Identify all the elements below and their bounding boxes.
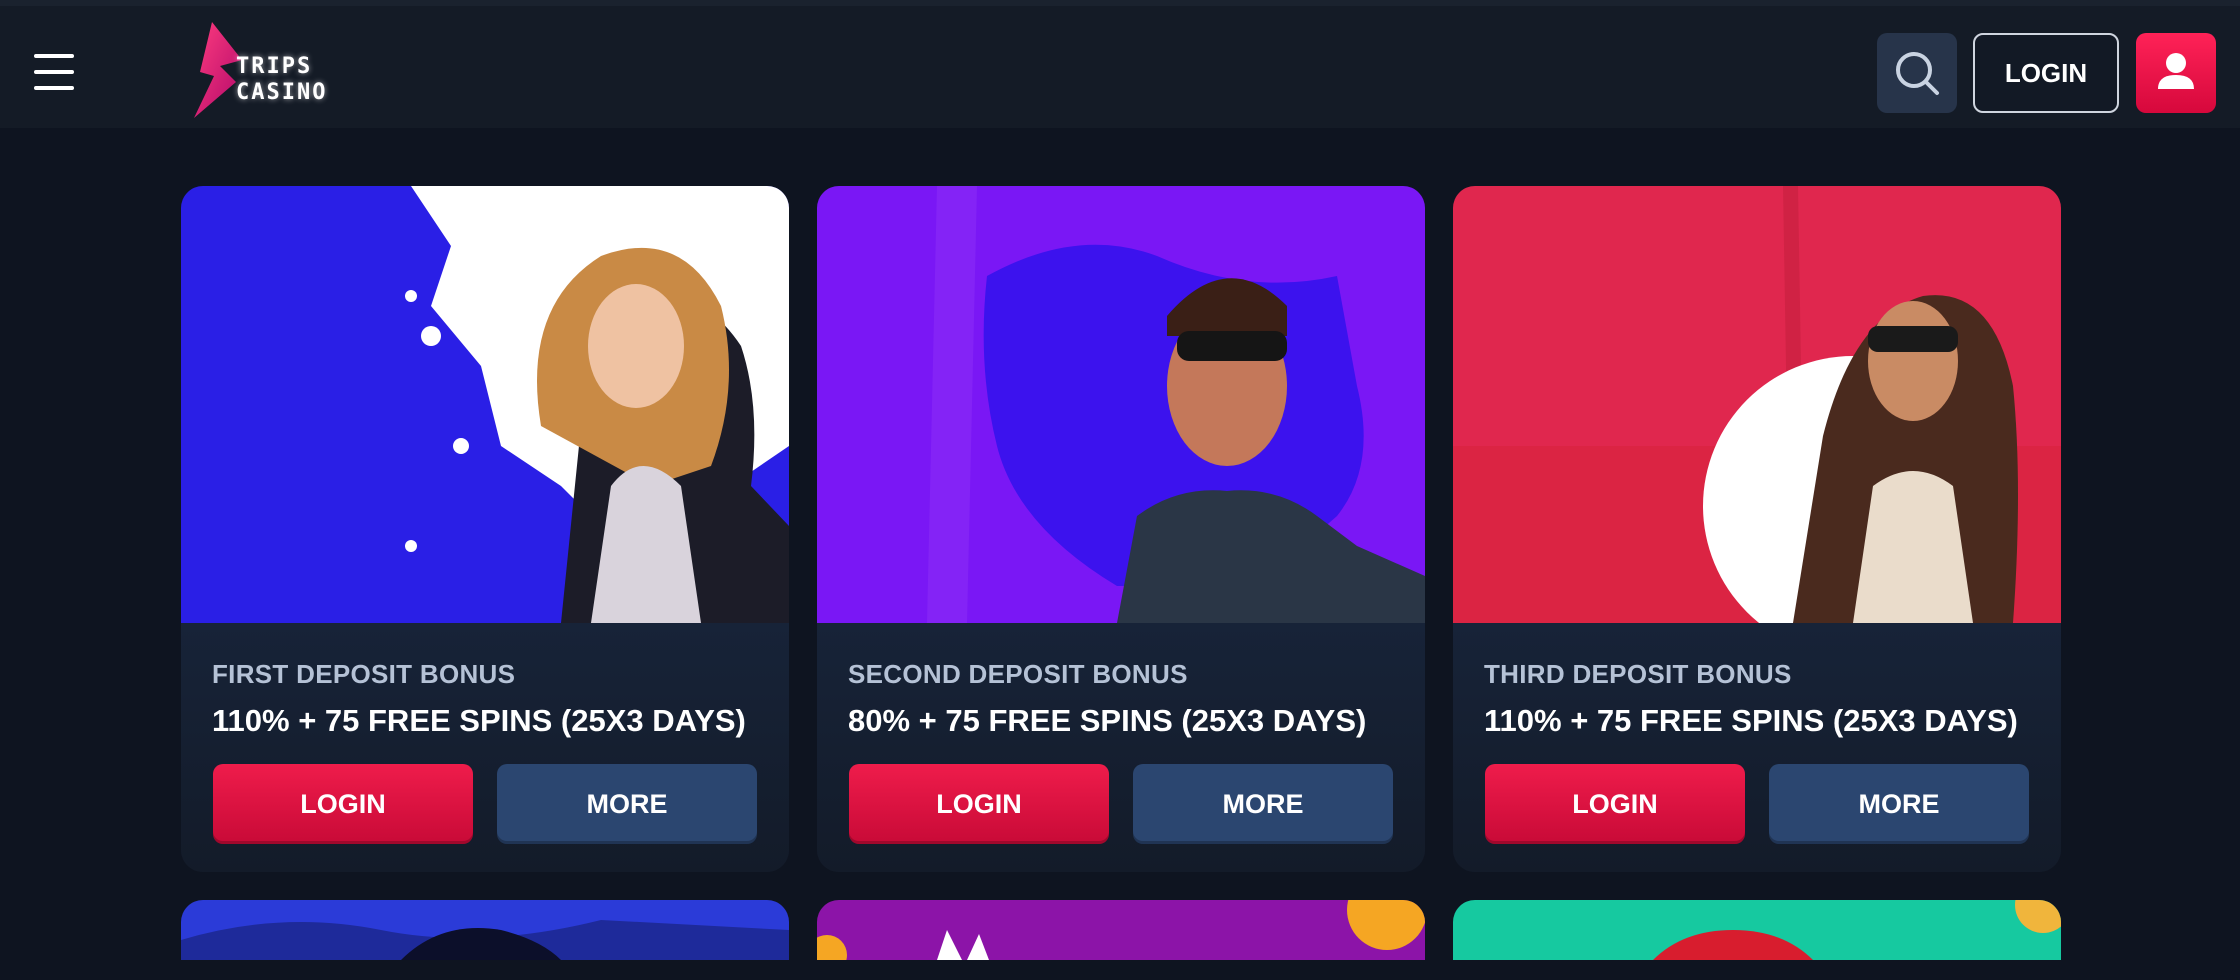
bonus-title: 80% + 75 FREE SPINS (25X3 DAYS) <box>848 703 1367 738</box>
user-account-button[interactable] <box>2136 33 2216 113</box>
bonus-card-image <box>181 900 789 960</box>
card-login-button[interactable]: LOGIN <box>1485 764 1745 844</box>
user-icon <box>2158 53 2194 89</box>
bonus-subtitle: THIRD DEPOSIT BONUS <box>1484 659 1792 689</box>
bonus-card-info: FIRST DEPOSIT BONUS 110% + 75 FREE SPINS… <box>181 623 789 872</box>
bonus-card-info: THIRD DEPOSIT BONUS 110% + 75 FREE SPINS… <box>1453 623 2061 872</box>
logo-text: TRIPS CASINO <box>236 54 328 105</box>
card-more-button[interactable]: MORE <box>1769 764 2029 844</box>
bonus-card-image <box>1453 900 2061 960</box>
bonus-title: 110% + 75 FREE SPINS (25X3 DAYS) <box>212 703 746 738</box>
trips-casino-logo[interactable]: TRIPS CASINO <box>192 20 372 120</box>
bonus-subtitle: SECOND DEPOSIT BONUS <box>848 659 1188 689</box>
search-button[interactable] <box>1877 33 1957 113</box>
header-login-button[interactable]: LOGIN <box>1973 33 2119 113</box>
bonus-card-sixth-partial[interactable] <box>1453 900 2061 980</box>
bonus-title: 110% + 75 FREE SPINS (25X3 DAYS) <box>1484 703 2018 738</box>
bonus-card-third: THIRD DEPOSIT BONUS 110% + 75 FREE SPINS… <box>1453 186 2061 872</box>
bonus-card-second: SECOND DEPOSIT BONUS 80% + 75 FREE SPINS… <box>817 186 1425 872</box>
search-icon <box>1896 52 1939 95</box>
bonus-card-first: FIRST DEPOSIT BONUS 110% + 75 FREE SPINS… <box>181 186 789 872</box>
card-login-button[interactable]: LOGIN <box>849 764 1109 844</box>
bonus-card-image <box>181 186 789 623</box>
top-header: TRIPS CASINO LOGIN <box>0 0 2240 128</box>
bonus-card-image <box>817 186 1425 623</box>
bonus-card-image <box>817 900 1425 975</box>
bonus-card-image <box>1453 186 2061 623</box>
bonus-card-fifth-partial[interactable] <box>817 900 1425 980</box>
bonus-subtitle: FIRST DEPOSIT BONUS <box>212 659 516 689</box>
bonus-card-info: SECOND DEPOSIT BONUS 80% + 75 FREE SPINS… <box>817 623 1425 872</box>
hamburger-menu-icon[interactable] <box>34 54 76 90</box>
card-more-button[interactable]: MORE <box>497 764 757 844</box>
bonus-card-fourth-partial[interactable] <box>181 900 789 980</box>
card-more-button[interactable]: MORE <box>1133 764 1393 844</box>
card-login-button[interactable]: LOGIN <box>213 764 473 844</box>
